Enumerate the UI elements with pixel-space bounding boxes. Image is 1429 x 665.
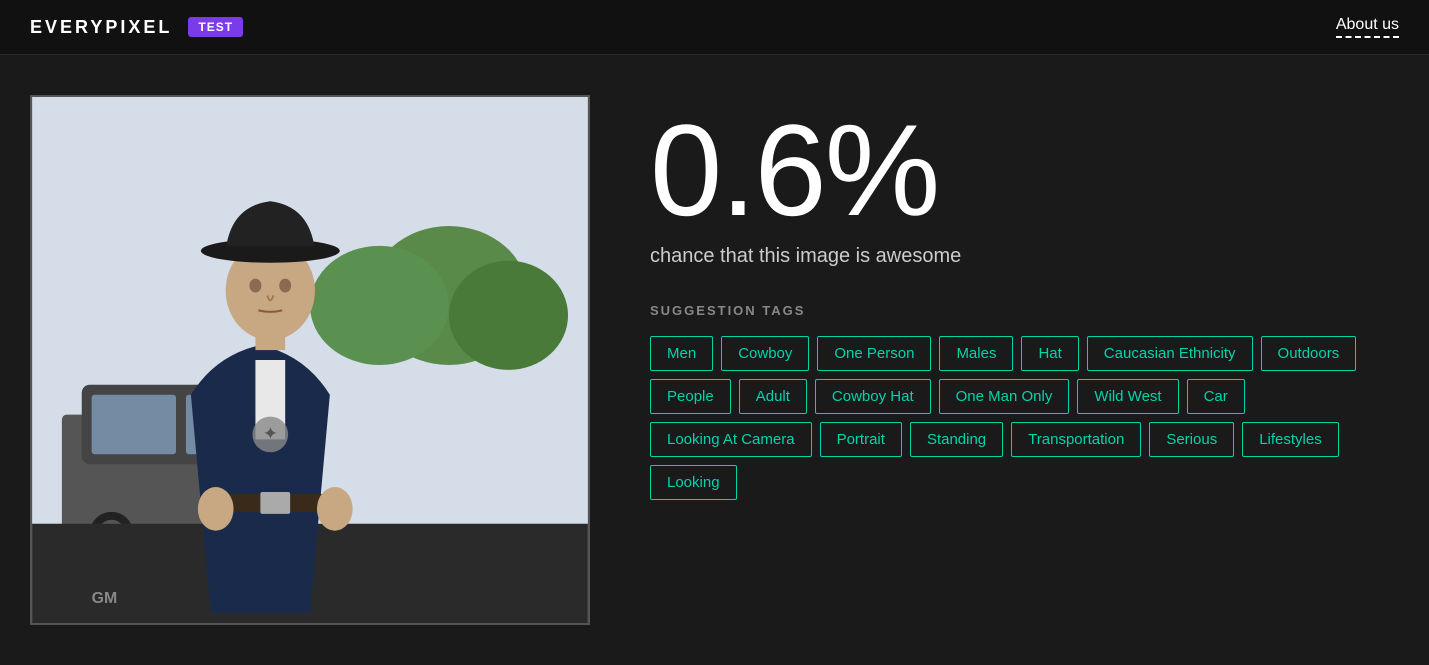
svg-text:GM: GM	[92, 590, 118, 607]
tags-container: MenCowboyOne PersonMalesHat Caucasian Eth…	[650, 336, 1370, 500]
tag-item[interactable]: Car	[1187, 379, 1245, 414]
tag-item[interactable]: People	[650, 379, 731, 414]
tag-item[interactable]: Looking	[650, 465, 737, 500]
tag-item[interactable]: Caucasian Ethnicity	[1087, 336, 1253, 371]
tag-item[interactable]: One Person	[817, 336, 931, 371]
results-section: 0.6% chance that this image is awesome S…	[650, 95, 1399, 500]
uploaded-image: ✦ GM	[30, 95, 590, 625]
header: EVERYPIXEL TEST About us	[0, 0, 1429, 55]
about-link[interactable]: About us	[1336, 16, 1399, 38]
tag-item[interactable]: Portrait	[820, 422, 902, 457]
tag-item[interactable]: Looking At Camera	[650, 422, 812, 457]
tag-item[interactable]: Wild West	[1077, 379, 1178, 414]
tag-item[interactable]: Hat	[1021, 336, 1078, 371]
tag-item[interactable]: Males	[939, 336, 1013, 371]
tag-item[interactable]: Men	[650, 336, 713, 371]
tag-item[interactable]: Adult	[739, 379, 807, 414]
suggestion-label: SUGGESTION TAGS	[650, 303, 1399, 318]
tag-item[interactable]: Cowboy	[721, 336, 809, 371]
svg-text:✦: ✦	[263, 423, 278, 443]
logo: EVERYPIXEL	[30, 17, 172, 38]
tag-item[interactable]: Outdoors	[1261, 336, 1357, 371]
tag-item[interactable]: One Man Only	[939, 379, 1070, 414]
tag-item[interactable]: Transportation	[1011, 422, 1141, 457]
percentage-display: 0.6%	[650, 105, 1399, 235]
subtitle-text: chance that this image is awesome	[650, 245, 1399, 268]
tag-item[interactable]: Serious	[1149, 422, 1234, 457]
tag-item[interactable]: Lifestyles	[1242, 422, 1339, 457]
tag-item[interactable]: Cowboy Hat	[815, 379, 931, 414]
test-badge: TEST	[188, 17, 243, 37]
tag-item[interactable]: Standing	[910, 422, 1003, 457]
header-left: EVERYPIXEL TEST	[30, 17, 243, 38]
main-content: ✦ GM 0.6% chance that this image is awes…	[0, 55, 1429, 665]
